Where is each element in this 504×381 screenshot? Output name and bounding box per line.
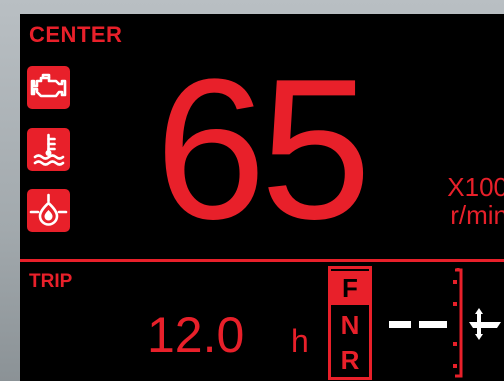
engine-check-icon [27,66,70,109]
trip-hours-value: 12.0 [147,307,245,363]
gear-forward: F [331,271,369,305]
gear-indicator: F N R [328,266,372,380]
gauge-screen: CENTER 65 X100 r/min TRIP 12.0 h F N R [20,14,504,381]
coolant-temperature-icon [27,128,70,171]
trip-label: TRIP [29,271,73,292]
station-label: CENTER [29,22,123,47]
trim-gauge-icon [385,266,504,380]
gear-neutral: N [340,310,360,340]
gear-reverse: R [340,345,360,375]
section-divider [20,259,504,262]
trip-hours-unit: h [291,323,309,359]
rpm-readout: 65 [155,38,371,261]
rpm-unit: r/min [450,200,504,230]
rpm-multiplier: X100 [447,172,504,202]
oil-pressure-icon [27,189,70,232]
